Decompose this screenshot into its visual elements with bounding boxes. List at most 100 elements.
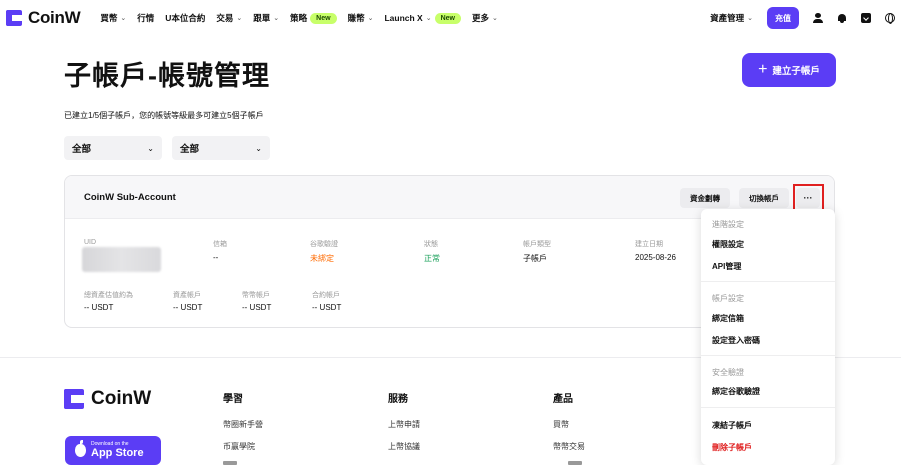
account-type-label: 帳戶類型 bbox=[523, 241, 551, 248]
bell-icon[interactable] bbox=[837, 13, 847, 23]
menu-divider bbox=[701, 281, 835, 282]
chevron-down-icon: ⌄ bbox=[255, 143, 262, 153]
asset-management-menu[interactable]: 資產管理 ⌄ bbox=[710, 12, 753, 24]
menu-item-bind-google-auth[interactable]: 綁定谷歌驗證 bbox=[712, 386, 760, 397]
chevron-down-icon: ⌄ bbox=[236, 15, 243, 22]
spot-account-label: 幣幣帳戶 bbox=[242, 292, 270, 299]
created-date-label: 建立日期 bbox=[635, 241, 663, 248]
uid-label: UID bbox=[84, 239, 97, 246]
new-badge: New bbox=[310, 12, 337, 24]
email-label: 信箱 bbox=[213, 241, 227, 248]
uid-redacted bbox=[82, 247, 161, 272]
create-sub-account-button[interactable]: + 建立子帳戶 bbox=[742, 53, 836, 87]
menu-label: 資產管理 bbox=[710, 13, 745, 23]
filter-select-1[interactable]: 全部 ⌄ bbox=[64, 136, 162, 160]
menu-label: Launch X bbox=[384, 13, 423, 23]
filter-select-value: 全部 bbox=[72, 144, 92, 155]
sub-account-limit-info: 已建立1/5個子帳戶，您的帳號等級最多可建立5個子帳戶 bbox=[64, 111, 264, 120]
menu-item-copy-trading[interactable]: 跟單 ⌄ bbox=[253, 12, 279, 24]
app-store-text: Download on the App Store bbox=[91, 442, 144, 459]
more-options-menu: 進階設定 權限設定 API管理 帳戶設定 綁定信箱 設定登入密碼 安全驗證 綁定… bbox=[701, 209, 835, 465]
menu-section-account-settings: 帳戶設定 bbox=[712, 294, 744, 303]
google-auth-label: 谷歌驗證 bbox=[310, 241, 338, 248]
footer-link[interactable]: 币赢學院 bbox=[223, 441, 255, 452]
menu-label: 賺幣 bbox=[347, 13, 365, 23]
menu-label: 買幣 bbox=[100, 13, 118, 23]
chevron-down-icon: ⌄ bbox=[273, 15, 280, 22]
menu-label: 行情 bbox=[137, 13, 155, 23]
menu-item-buy-crypto[interactable]: 買幣 ⌄ bbox=[100, 12, 126, 24]
menu-item-delete-sub-account[interactable]: 刪除子帳戶 bbox=[712, 442, 752, 453]
menu-item-earn[interactable]: 賺幣 ⌄ bbox=[348, 12, 374, 24]
menu-item-more[interactable]: 更多 ⌄ bbox=[472, 12, 498, 24]
asset-account-label: 資產帳戶 bbox=[173, 292, 201, 299]
logo[interactable]: CoinW bbox=[6, 8, 81, 28]
menu-label: 交易 bbox=[216, 13, 234, 23]
highlight-box bbox=[793, 184, 824, 211]
coinw-logo-icon bbox=[6, 10, 22, 26]
top-nav: CoinW 買幣 ⌄ 行情 U本位合約 交易 ⌄ 跟單 ⌄ 策略 New 賺幣 ⌄ Lau… bbox=[0, 0, 901, 36]
filter-select-value: 全部 bbox=[180, 144, 200, 155]
menu-item-markets[interactable]: 行情 bbox=[137, 12, 154, 24]
menu-item-launch-x[interactable]: Launch X ⌄ New bbox=[384, 12, 462, 24]
total-assets-label: 總資產估值約為 bbox=[84, 292, 133, 299]
footer-logo-text: CoinW bbox=[91, 388, 152, 409]
user-icon[interactable] bbox=[813, 13, 823, 23]
menu-item-permissions[interactable]: 權限設定 bbox=[712, 239, 744, 250]
futures-account-value: -- USDT bbox=[312, 303, 342, 312]
create-sub-account-label: 建立子帳戶 bbox=[772, 66, 820, 77]
footer-link[interactable]: 買幣 bbox=[553, 419, 569, 430]
logo-text: CoinW bbox=[28, 8, 81, 27]
fund-transfer-button[interactable]: 資金劃轉 bbox=[680, 188, 730, 208]
menu-label: 更多 bbox=[472, 13, 490, 23]
deposit-button[interactable]: 充值 bbox=[767, 7, 799, 29]
footer-products-heading: 產品 bbox=[553, 394, 573, 405]
sub-account-name: CoinW Sub-Account bbox=[84, 192, 176, 203]
status-value: 正常 bbox=[424, 254, 440, 263]
chevron-down-icon: ⌄ bbox=[120, 15, 127, 22]
chevron-down-icon: ⌄ bbox=[747, 15, 753, 22]
chevron-down-icon: ⌄ bbox=[147, 143, 154, 153]
menu-item-api-management[interactable]: API管理 bbox=[712, 261, 741, 272]
chevron-down-icon: ⌄ bbox=[367, 15, 374, 22]
menu-section-advanced: 進階設定 bbox=[712, 220, 744, 229]
filter-select-2[interactable]: 全部 ⌄ bbox=[172, 136, 270, 160]
account-type-value: 子帳戶 bbox=[523, 254, 547, 263]
menu-label: U本位合約 bbox=[165, 13, 206, 23]
menu-label: 策略 bbox=[290, 13, 308, 23]
menu-section-security: 安全驗證 bbox=[712, 368, 744, 377]
right-nav: 資產管理 ⌄ 充值 bbox=[710, 0, 895, 36]
chevron-down-icon: ⌄ bbox=[492, 15, 498, 22]
switch-account-button[interactable]: 切換帳戶 bbox=[739, 188, 789, 208]
footer-service-heading: 服務 bbox=[388, 394, 408, 405]
status-label: 狀態 bbox=[424, 241, 438, 248]
footer-link[interactable]: 幣圈新手營 bbox=[223, 419, 263, 430]
total-assets-value: -- USDT bbox=[84, 303, 114, 312]
google-auth-value: 未綁定 bbox=[310, 254, 334, 263]
app-store-button[interactable]: Download on the App Store bbox=[65, 436, 161, 465]
footer-logo[interactable]: CoinW bbox=[64, 388, 151, 410]
menu-item-strategy[interactable]: 策略 New bbox=[290, 12, 337, 24]
footer-link[interactable]: 上幣協議 bbox=[388, 441, 420, 452]
menu-item-freeze-sub-account[interactable]: 凍結子帳戶 bbox=[712, 420, 752, 431]
footer-link[interactable]: 幣幣交易 bbox=[553, 441, 585, 452]
footer-link[interactable]: 上幣申請 bbox=[388, 419, 420, 430]
menu-item-trade[interactable]: 交易 ⌄ bbox=[216, 12, 242, 24]
menu-item-bind-email[interactable]: 綁定信箱 bbox=[712, 313, 744, 324]
menu-label: 跟單 bbox=[253, 13, 271, 23]
download-icon[interactable] bbox=[861, 13, 871, 23]
email-value: -- bbox=[213, 253, 219, 262]
menu-divider bbox=[701, 355, 835, 356]
globe-icon[interactable] bbox=[885, 13, 895, 24]
menu-item-set-login-password[interactable]: 設定登入密碼 bbox=[712, 335, 760, 346]
new-badge: New bbox=[434, 12, 462, 24]
spot-account-value: -- USDT bbox=[242, 303, 272, 312]
plus-icon: + bbox=[758, 61, 768, 78]
page-title: 子帳戶-帳號管理 bbox=[64, 61, 270, 91]
footer-link-cut bbox=[568, 461, 582, 465]
coinw-logo-icon bbox=[64, 389, 84, 409]
futures-account-label: 合約帳戶 bbox=[312, 292, 340, 299]
menu-divider bbox=[701, 407, 835, 408]
footer-link-cut bbox=[223, 461, 237, 465]
menu-item-usdt-futures[interactable]: U本位合約 bbox=[165, 12, 205, 24]
